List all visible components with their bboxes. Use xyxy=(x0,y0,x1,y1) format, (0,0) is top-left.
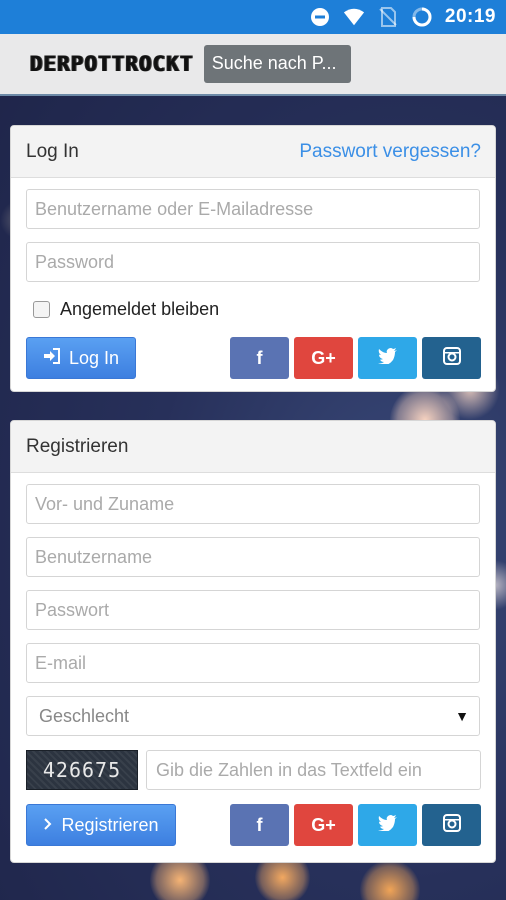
register-social-buttons: f G+ xyxy=(230,804,481,846)
remember-checkbox[interactable] xyxy=(33,300,50,318)
clock: 20:19 xyxy=(444,6,496,27)
googleplus-icon: G+ xyxy=(311,814,336,835)
login-actions: Log In f G+ xyxy=(26,337,481,379)
googleplus-login-button[interactable]: G+ xyxy=(294,337,353,379)
instagram-register-button[interactable] xyxy=(422,804,481,846)
do-not-disturb-icon xyxy=(309,6,331,28)
gender-select[interactable]: Geschlecht ▼ xyxy=(26,696,480,736)
twitter-icon xyxy=(377,814,398,836)
facebook-login-button[interactable]: f xyxy=(230,337,289,379)
forgot-password-link[interactable]: Passwort vergessen? xyxy=(299,141,481,163)
loading-icon xyxy=(411,6,433,28)
search-button[interactable]: Suche nach P... xyxy=(203,45,351,83)
register-button-label: Registrieren xyxy=(61,814,159,835)
twitter-login-button[interactable] xyxy=(358,337,417,379)
register-title: Registrieren xyxy=(26,435,129,457)
register-actions: Registrieren f G+ xyxy=(26,804,481,846)
captcha-image: 426675 xyxy=(26,750,138,790)
login-social-buttons: f G+ xyxy=(230,337,481,379)
login-header: Log In Passwort vergessen? xyxy=(11,126,495,178)
site-logo[interactable]: DERPOTTROCKT xyxy=(30,52,194,76)
captcha-input[interactable]: Gib die Zahlen in das Textfeld ein xyxy=(146,750,481,790)
register-header: Registrieren xyxy=(11,421,495,473)
email-input[interactable]: E-mail xyxy=(26,643,480,683)
login-title: Log In xyxy=(26,140,79,162)
sign-in-icon xyxy=(43,347,61,369)
facebook-icon: f xyxy=(256,814,263,835)
remember-label: Angemeldet bleiben xyxy=(60,298,220,319)
caret-down-icon: ▼ xyxy=(455,708,469,724)
no-sim-icon xyxy=(377,6,399,28)
status-bar: 20:19 xyxy=(0,0,506,34)
chevron-right-icon xyxy=(43,815,53,836)
captcha-row: 426675 Gib die Zahlen in das Textfeld ei… xyxy=(26,749,481,791)
facebook-register-button[interactable]: f xyxy=(230,804,289,846)
register-button[interactable]: Registrieren xyxy=(26,804,176,846)
login-button[interactable]: Log In xyxy=(26,337,136,379)
fullname-input[interactable]: Vor- und Zuname xyxy=(26,484,480,524)
app-bar: DERPOTTROCKT Suche nach P... xyxy=(0,34,506,96)
googleplus-register-button[interactable]: G+ xyxy=(294,804,353,846)
facebook-icon: f xyxy=(256,347,263,368)
twitter-register-button[interactable] xyxy=(358,804,417,846)
instagram-icon xyxy=(442,346,461,370)
twitter-icon xyxy=(377,347,398,369)
instagram-login-button[interactable] xyxy=(422,337,481,379)
login-button-label: Log In xyxy=(68,347,120,368)
gender-select-value: Geschlecht xyxy=(39,705,130,726)
register-password-input[interactable]: Passwort xyxy=(26,590,480,630)
login-panel: Log In Passwort vergessen? Benutzername … xyxy=(10,125,496,392)
wifi-icon xyxy=(343,6,365,28)
instagram-icon xyxy=(442,813,461,837)
register-username-input[interactable]: Benutzername xyxy=(26,537,480,577)
bokeh-light xyxy=(360,860,420,900)
googleplus-icon: G+ xyxy=(311,347,336,368)
register-panel: Registrieren Vor- und Zuname Benutzernam… xyxy=(10,420,496,863)
login-username-input[interactable]: Benutzername oder E-Mailadresse xyxy=(26,189,480,229)
remember-row: Angemeldet bleiben xyxy=(26,295,481,323)
login-password-input[interactable]: Password xyxy=(26,242,480,282)
